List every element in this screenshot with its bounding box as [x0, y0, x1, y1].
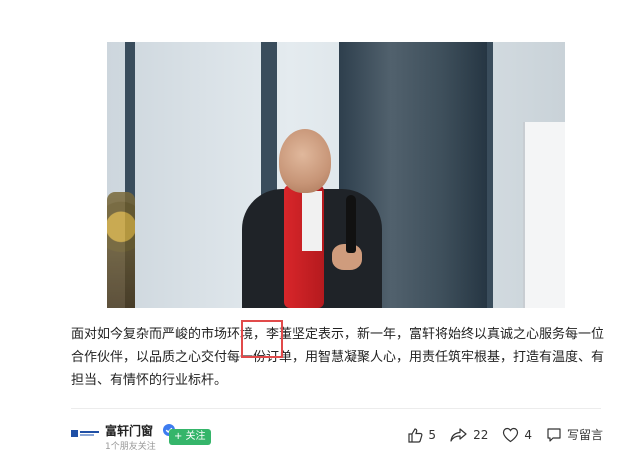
- plant: [107, 192, 135, 308]
- author-bar: 富轩门窗 1个朋友关注 + 关注 5 22 4 写留言: [71, 418, 611, 452]
- action-bar: 5 22 4 写留言: [393, 426, 603, 443]
- article-photo: [107, 42, 565, 308]
- share-icon: [450, 427, 467, 442]
- divider: [71, 408, 601, 409]
- favorite-button[interactable]: 4: [502, 427, 532, 443]
- follow-button[interactable]: + 关注: [169, 429, 211, 445]
- microphone-icon: [346, 195, 356, 253]
- thumbs-up-icon: [408, 427, 423, 443]
- speaker: [242, 129, 382, 308]
- heart-icon: [503, 427, 519, 442]
- highlight-box: [241, 320, 283, 358]
- article-paragraph: 面对如今复杂而严峻的市场环境，李董坚定表示，新一年，富轩将始终以真诚之心服务每一…: [71, 327, 605, 388]
- write-comment-button[interactable]: 写留言: [546, 426, 603, 443]
- window-frame: [487, 42, 493, 308]
- write-comment-label: 写留言: [566, 428, 603, 442]
- share-button[interactable]: 22: [450, 427, 488, 443]
- comment-icon: [547, 427, 561, 442]
- author-logo[interactable]: [71, 429, 99, 438]
- follower-note: 1个朋友关注: [105, 442, 156, 452]
- like-button[interactable]: 5: [407, 427, 436, 443]
- author-name[interactable]: 富轩门窗: [105, 422, 153, 439]
- share-count: 22: [473, 427, 489, 442]
- van: [523, 122, 565, 308]
- like-count: 5: [428, 427, 437, 442]
- favorite-count: 4: [524, 427, 532, 442]
